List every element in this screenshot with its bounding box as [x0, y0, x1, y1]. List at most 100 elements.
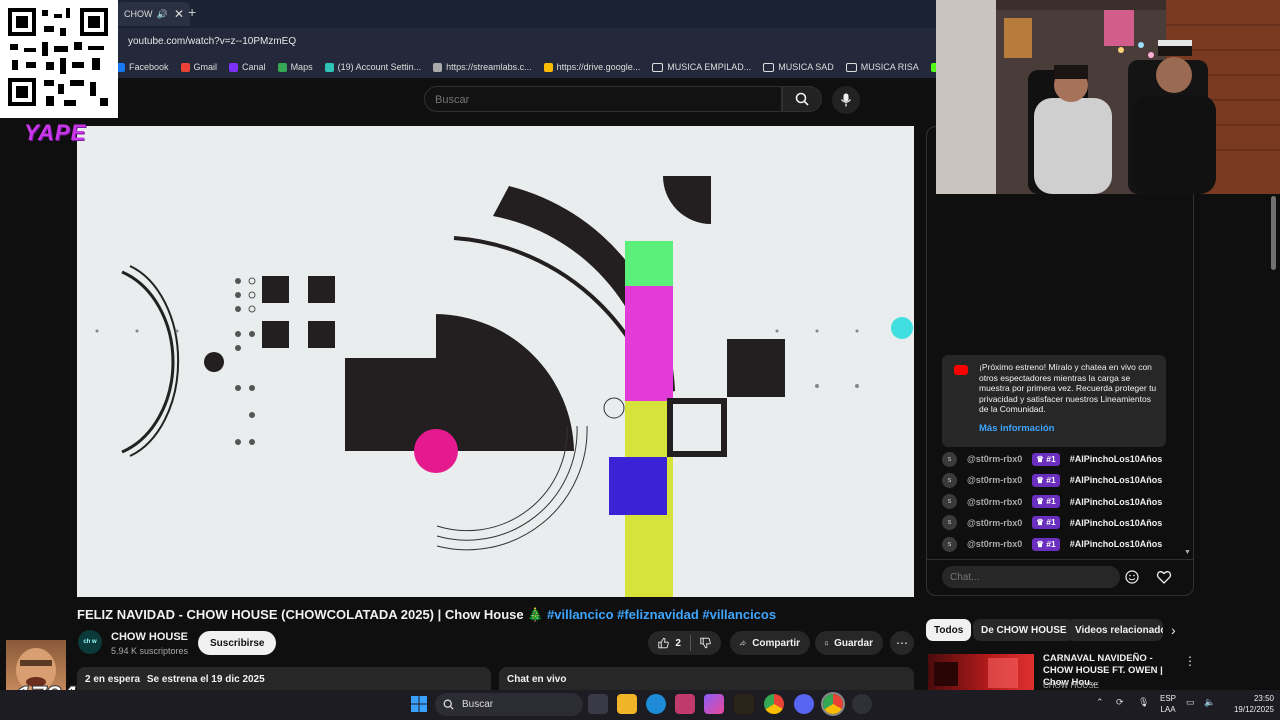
chat-message[interactable]: s @st0rm-rbx0 ♛ #1 #AlPinchoLos10Años: [942, 515, 1162, 531]
bookmark-item[interactable]: MUSICA RISA: [845, 62, 919, 72]
warcraft-icon[interactable]: [734, 694, 754, 714]
chat-message[interactable]: s @st0rm-rbx0 ♛ #1 #AlPinchoLos10Años: [942, 536, 1162, 552]
chat-input[interactable]: [942, 566, 1120, 588]
search-input[interactable]: [425, 87, 767, 113]
language-indicator[interactable]: ESP LAA: [1156, 693, 1180, 715]
search-box[interactable]: [424, 86, 782, 113]
bookmark-item[interactable]: Maps: [277, 62, 313, 72]
voice-search-button[interactable]: [832, 86, 860, 114]
chat-username: @st0rm-rbx0: [967, 539, 1023, 550]
tray-chevron-icon[interactable]: ⌃: [1096, 697, 1104, 708]
chat-member-badge: ♛ #1: [1032, 495, 1060, 509]
microphone-icon: [840, 93, 852, 107]
channel-name[interactable]: CHOW HOUSE: [111, 631, 188, 643]
obs-icon[interactable]: [852, 694, 872, 714]
share-icon: [740, 640, 747, 646]
bookmark-label: MUSICA RISA: [860, 62, 919, 72]
taskbar-search-label: Buscar: [462, 699, 494, 710]
site-favicon-icon: [180, 62, 190, 72]
bookmark-label: MUSICA EMPILAD...: [667, 62, 752, 72]
chat-avatar: s: [942, 494, 957, 510]
emoji-icon[interactable]: [1125, 570, 1139, 584]
tab-close-icon[interactable]: ✕: [174, 7, 184, 21]
chat-username: @st0rm-rbx0: [967, 496, 1023, 507]
language-layout: LAA: [1160, 705, 1176, 714]
bookmark-item[interactable]: https://streamlabs.c...: [433, 62, 532, 72]
chat-avatar: s: [942, 451, 957, 467]
copilot-icon[interactable]: [704, 694, 724, 714]
task-view-icon[interactable]: [588, 694, 608, 714]
thumbs-down-icon[interactable]: [700, 636, 711, 650]
recommended-channel[interactable]: CHOW HOUSE: [1043, 681, 1099, 690]
chrome-active-icon[interactable]: [821, 692, 845, 716]
bookmark-item[interactable]: (19) Account Settin...: [324, 62, 422, 72]
chevron-right-icon[interactable]: ›: [1171, 622, 1176, 638]
bookmark-item[interactable]: Gmail: [180, 62, 217, 72]
chip-all[interactable]: Todos: [926, 619, 972, 641]
bookmark-item[interactable]: MUSICA SAD: [763, 62, 834, 72]
chat-message[interactable]: s @st0rm-rbx0 ♛ #1 #AlPinchoLos10Años: [942, 472, 1162, 488]
bookmark-item[interactable]: https://drive.google...: [543, 62, 640, 72]
address-bar[interactable]: youtube.com/watch?v=z--10PMzmEQ: [0, 28, 936, 56]
recommended-thumbnail[interactable]: [928, 654, 1034, 690]
more-info-link[interactable]: Más información: [979, 423, 1055, 434]
bookmark-item[interactable]: MUSICA EMPILAD...: [652, 62, 751, 72]
page-scrollbar-track[interactable]: [1269, 194, 1277, 720]
chip-related[interactable]: Videos relacionados: [1067, 619, 1163, 641]
new-tab-icon[interactable]: +: [188, 4, 196, 20]
taskbar-search[interactable]: Buscar: [435, 693, 583, 716]
search-icon: [795, 92, 809, 106]
search-icon: [443, 699, 454, 710]
network-icon[interactable]: ▭: [1186, 697, 1195, 708]
windows-start-icon[interactable]: [411, 696, 427, 712]
share-button[interactable]: Compartir: [730, 631, 810, 655]
chat-avatar: s: [942, 472, 957, 488]
url-text[interactable]: youtube.com/watch?v=z--10PMzmEQ: [128, 36, 296, 47]
discord-icon[interactable]: [794, 694, 814, 714]
bookmark-item[interactable]: Canal: [229, 62, 266, 72]
description-box[interactable]: 2 en espera Se estrena el 19 dic 2025: [77, 667, 491, 691]
volume-icon[interactable]: 🔈: [1204, 697, 1215, 708]
edge-icon[interactable]: [646, 694, 666, 714]
bookmark-label: (19) Account Settin...: [337, 62, 422, 72]
chat-scroll-down-icon[interactable]: ▼: [1184, 549, 1191, 556]
save-button[interactable]: Guardar: [815, 631, 883, 655]
youtube-logo-icon: [954, 365, 968, 375]
site-favicon-icon: [277, 62, 287, 72]
waiting-count: 2 en espera: [85, 674, 141, 685]
chat-username: @st0rm-rbx0: [967, 475, 1023, 486]
thumbs-up-icon[interactable]: [658, 636, 669, 650]
tab-audio-icon[interactable]: 🔊: [157, 9, 168, 20]
clock-date: 19/12/2025: [1233, 705, 1274, 714]
system-clock[interactable]: 23:50 19/12/2025: [1222, 693, 1274, 715]
like-count[interactable]: 2: [675, 638, 681, 649]
sync-icon[interactable]: ⟳: [1116, 697, 1124, 708]
chrome-icon[interactable]: [764, 694, 784, 714]
more-actions-icon[interactable]: ⋯: [890, 631, 914, 655]
app-icon[interactable]: [675, 694, 695, 714]
chip-from-channel[interactable]: De CHOW HOUSE: [973, 619, 1075, 641]
chat-message[interactable]: s @st0rm-rbx0 ♛ #1 #AlPinchoLos10Años: [942, 451, 1162, 467]
chat-divider: [927, 559, 1193, 560]
chat-message-text: #AlPinchoLos10Años: [1069, 475, 1163, 486]
file-explorer-icon[interactable]: [617, 694, 637, 714]
site-favicon-icon: [324, 62, 334, 72]
bookmark-item[interactable]: Facebook: [116, 62, 169, 72]
video-player[interactable]: [77, 126, 914, 597]
page-scrollbar-thumb[interactable]: [1271, 196, 1276, 270]
recommended-more-icon[interactable]: ⋮: [1184, 654, 1196, 668]
chat-message-text: #AlPinchoLos10Años: [1069, 496, 1163, 507]
chat-avatar: s: [942, 536, 957, 552]
channel-avatar-text: ch w: [83, 639, 97, 645]
video-title: FELIZ NAVIDAD - CHOW HOUSE (CHOWCOLATADA…: [77, 607, 776, 623]
microphone-tray-icon[interactable]: 🎙: [1138, 697, 1149, 708]
subscribe-button[interactable]: Suscribirse: [198, 631, 277, 655]
search-button[interactable]: [782, 86, 822, 112]
chat-message[interactable]: s @st0rm-rbx0 ♛ #1 #AlPinchoLos10Años: [942, 494, 1162, 510]
video-hashtags[interactable]: #villancico #feliznavidad #villancicos: [547, 607, 776, 622]
browser-tab[interactable]: CHOW 🔊 ✕: [116, 2, 190, 26]
browser-tab-bar: CHOW 🔊 ✕ +: [0, 0, 936, 28]
heart-icon[interactable]: [1156, 569, 1172, 585]
channel-avatar[interactable]: ch w: [78, 630, 102, 654]
site-favicon-icon: [433, 62, 443, 72]
